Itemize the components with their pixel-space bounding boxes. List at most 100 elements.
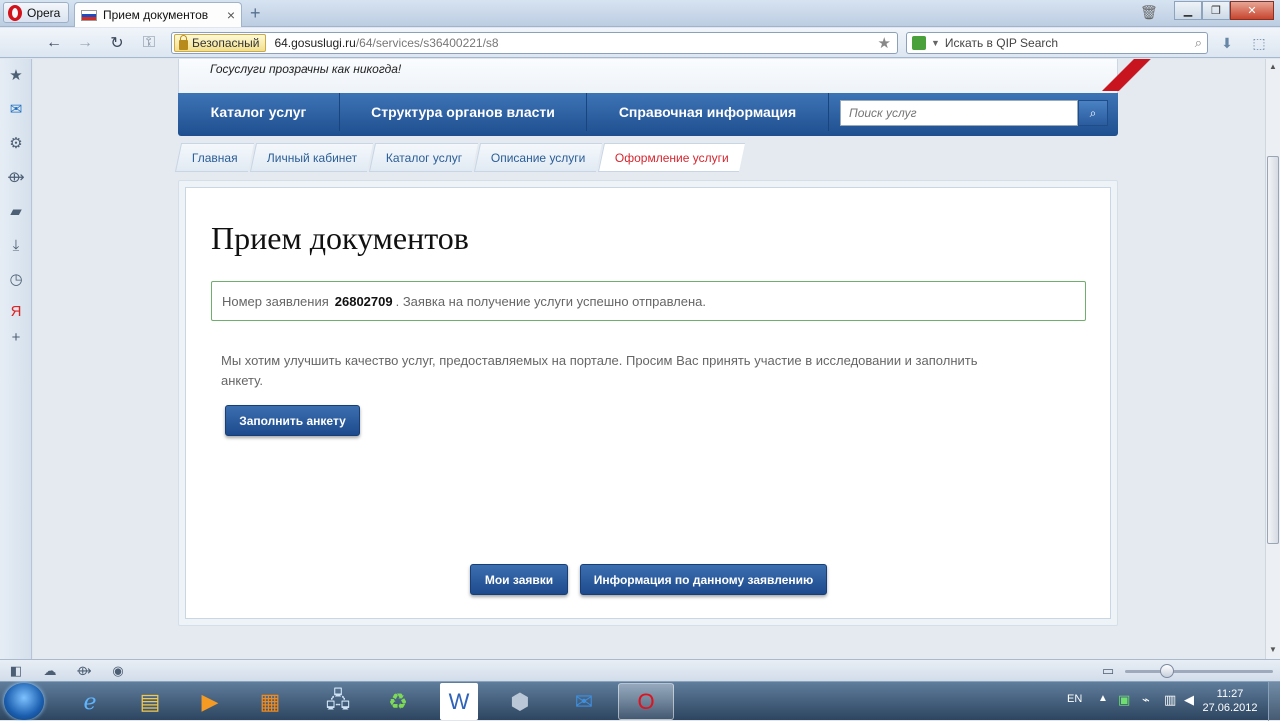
tab-bar: Opera Прием документов × + 🗑 ▁ ❐ ✕ [0,0,1280,27]
power-icon[interactable]: ⌁ [1142,692,1150,708]
window-controls: ▁ ❐ ✕ [1174,1,1274,20]
system-tray: EN ▲ ▣ ⌁ ▥ ◀ 11:27 27.06.2012 [1060,682,1280,721]
reload-icon[interactable]: ↻ [106,33,128,53]
zoom-slider[interactable] [1125,670,1273,673]
new-tab-icon[interactable]: + [250,4,261,22]
add-panel-icon[interactable]: + [6,327,26,347]
history-clock-icon[interactable]: ◷ [6,269,26,289]
turbo-icon[interactable]: ◉ [110,663,126,679]
mail-icon[interactable]: ✉ [6,99,26,119]
scroll-thumb[interactable] [1267,156,1279,544]
panel-toggle-icon[interactable]: ⬚ [1250,34,1268,52]
network-computer-icon[interactable]: 🖧 [310,683,366,720]
application-number: 26802709 [334,294,393,309]
breadcrumb-label: Личный кабинет [266,150,357,165]
search-field[interactable]: ▼ Искать в QIP Search ⌕ [906,32,1208,54]
unite-share-icon[interactable]: ⟴ [6,167,26,187]
back-icon[interactable]: ← [43,33,65,53]
settings-gear-icon[interactable]: ⚙ [6,133,26,153]
page-title: Прием документов [211,220,469,256]
breadcrumb-home[interactable]: Главная [174,143,254,172]
bookmarks-star-icon[interactable]: ★ [6,65,26,85]
vertical-scrollbar[interactable]: ▲ ▼ [1265,59,1280,659]
opera-link-cloud-icon[interactable]: ☁ [42,663,58,679]
bookmark-star-icon[interactable]: ★ [878,34,891,52]
url-text[interactable]: 64.gosuslugi.ru/64/services/s36400221/s8 [274,36,877,50]
menu-item-catalog[interactable]: Каталог услуг [178,93,340,131]
my-requests-button[interactable]: Мои заявки [470,564,568,595]
panel-toggle-icon[interactable]: ◧ [8,663,24,679]
security-label: Безопасный [192,36,260,50]
header-decoration [1083,59,1163,91]
network-icon[interactable]: ▥ [1164,692,1176,708]
tab-title: Прием документов [103,8,209,22]
trash-icon[interactable]: 🗑 [1140,4,1158,21]
close-tab-icon[interactable]: × [227,7,235,23]
search-icon[interactable]: ⌕ [1195,35,1202,51]
key-icon[interactable]: ⚿ [138,33,160,53]
site-header: Госуслуги прозрачны как никогда! [178,59,1118,93]
recycle-icon[interactable]: ♻ [370,683,426,720]
clock-date: 27.06.2012 [1202,702,1258,714]
breadcrumb-catalog[interactable]: Каталог услуг [368,143,479,172]
notice-prefix: Номер заявления [222,294,329,309]
address-bar[interactable]: Безопасный 64.gosuslugi.ru/64/services/s… [171,32,898,54]
internet-explorer-icon[interactable]: ℯ [62,683,118,720]
request-info-button[interactable]: Информация по данному заявлению [580,564,827,595]
thunderbird-icon[interactable]: ✉ [556,683,612,720]
maximize-button[interactable]: ❐ [1202,1,1230,20]
windows-taskbar: ℯ ▤ ▶ ▦ 🖧 ♻ W ⬢ ✉ O EN ▲ ▣ ⌁ ▥ ◀ 11:27 2… [0,681,1280,721]
opera-taskbar-icon[interactable]: O [618,683,674,720]
breadcrumb-description[interactable]: Описание услуги [474,143,602,172]
view-icon[interactable]: ▭ [1100,663,1116,679]
menu-item-reference[interactable]: Справочная информация [587,93,829,131]
tray-expand-icon[interactable]: ▲ [1098,693,1108,704]
close-window-button[interactable]: ✕ [1230,1,1274,20]
tray-app-icon[interactable]: ▣ [1118,692,1130,708]
show-desktop-button[interactable] [1268,682,1280,721]
site-slogan: Госуслуги прозрачны как никогда! [210,62,402,76]
content-panel: Прием документов Номер заявления 26802709… [185,187,1111,619]
fill-survey-button[interactable]: Заполнить анкету [225,405,360,436]
address-toolbar: ← → ↻ ⚿ Безопасный 64.gosuslugi.ru/64/se… [0,28,1280,58]
breadcrumb-label: Описание услуги [491,150,586,165]
virtualbox-icon[interactable]: ⬢ [492,683,548,720]
start-button[interactable] [4,683,44,720]
breadcrumb: Главная Личный кабинет Каталог услуг Опи… [174,143,745,172]
tab-active[interactable]: Прием документов × [74,2,242,27]
minimize-button[interactable]: ▁ [1174,1,1202,20]
download-icon[interactable]: ⬇ [1218,34,1236,52]
downloads-icon[interactable]: ⤓ [6,235,26,255]
apps-grid-icon[interactable]: ▦ [242,683,298,720]
yandex-icon[interactable]: Я [6,301,26,321]
zoom-slider-knob[interactable] [1160,664,1174,678]
survey-text: Мы хотим улучшить качество услуг, предос… [221,353,978,388]
service-search-button[interactable]: ⌕ [1078,100,1108,126]
word-icon[interactable]: W [440,683,478,720]
service-search-input[interactable] [840,100,1078,126]
volume-icon[interactable]: ◀ [1184,692,1194,708]
security-badge[interactable]: Безопасный [174,34,267,52]
search-engine-dropdown-icon[interactable]: ▼ [931,38,940,48]
clock[interactable]: 11:27 27.06.2012 [1198,687,1262,715]
forward-icon[interactable]: → [74,33,96,53]
main-menu: Каталог услуг Структура органов власти С… [178,93,1118,136]
notes-icon[interactable]: ▰ [6,201,26,221]
unite-icon[interactable]: ⟴ [76,663,92,679]
browser-window: Opera Прием документов × + 🗑 ▁ ❐ ✕ ← → ↻… [0,0,1280,721]
breadcrumb-label: Оформление услуги [614,150,729,165]
opera-logo-icon [8,4,22,21]
file-explorer-icon[interactable]: ▤ [122,683,178,720]
opera-menu-button[interactable]: Opera [3,2,69,23]
scroll-up-icon[interactable]: ▲ [1269,62,1277,71]
breadcrumb-cabinet[interactable]: Личный кабинет [249,143,374,172]
search-placeholder: Искать в QIP Search [944,36,1059,50]
language-indicator[interactable]: EN [1067,693,1082,705]
menu-item-authorities[interactable]: Структура органов власти [340,93,587,131]
scroll-down-icon[interactable]: ▼ [1269,645,1277,654]
russia-flag-icon [81,9,97,21]
url-path: /64/services/s36400221/s8 [355,36,499,50]
media-player-icon[interactable]: ▶ [182,683,238,720]
breadcrumb-current: Оформление услуги [597,143,745,172]
breadcrumb-label: Главная [192,150,238,165]
